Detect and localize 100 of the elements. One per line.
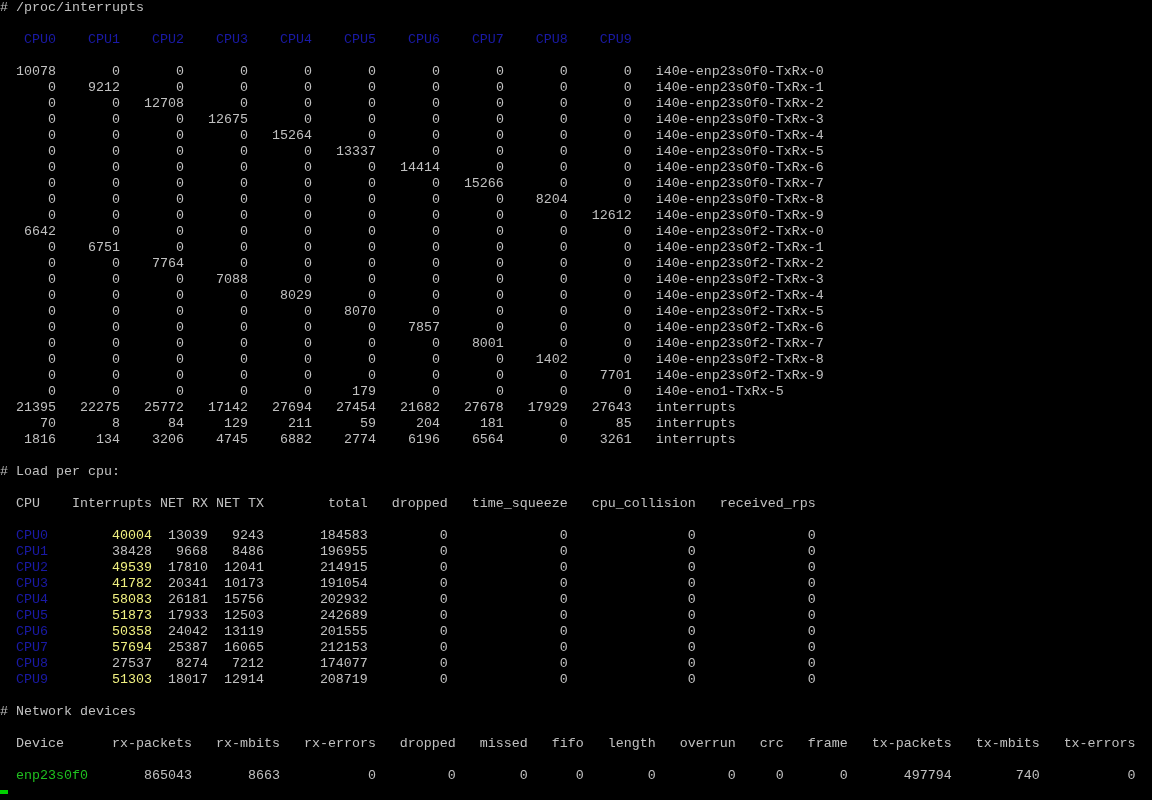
table-cell: 0 bbox=[367, 320, 376, 336]
table-cell: 0 bbox=[623, 80, 632, 96]
table-cell: 0 bbox=[367, 160, 376, 176]
table-cell: 0 bbox=[559, 240, 568, 256]
table-cell: 0 bbox=[367, 64, 376, 80]
table-cell: 0 bbox=[239, 240, 248, 256]
table-cell: 0 bbox=[303, 368, 312, 384]
table-cell: 25772 bbox=[143, 400, 184, 416]
table-cell: 0 bbox=[439, 672, 448, 688]
table-cell: 0 bbox=[303, 256, 312, 272]
column-header: rx-packets bbox=[111, 736, 192, 752]
column-header: CPU4 bbox=[279, 32, 312, 48]
irq-label: i40e-enp23s0f0-TxRx-0 bbox=[655, 64, 824, 80]
table-cell: 0 bbox=[495, 256, 504, 272]
interrupts-count: 51873 bbox=[111, 608, 152, 624]
table-cell: 0 bbox=[647, 768, 656, 784]
interrupts-count: 41782 bbox=[111, 576, 152, 592]
table-cell: 0 bbox=[495, 224, 504, 240]
table-cell: 0 bbox=[239, 384, 248, 400]
column-header: CPU2 bbox=[151, 32, 184, 48]
table-cell: 21682 bbox=[399, 400, 440, 416]
table-cell: 0 bbox=[111, 224, 120, 240]
table-cell: 0 bbox=[687, 656, 696, 672]
table-cell: 0 bbox=[495, 64, 504, 80]
table-cell: 9243 bbox=[231, 528, 264, 544]
table-cell: 0 bbox=[175, 112, 184, 128]
table-cell: 0 bbox=[623, 144, 632, 160]
irq-label: interrupts bbox=[655, 400, 736, 416]
table-cell: 17142 bbox=[207, 400, 248, 416]
table-cell: 0 bbox=[519, 768, 528, 784]
table-cell: 0 bbox=[303, 272, 312, 288]
table-cell: 0 bbox=[495, 304, 504, 320]
table-cell: 0 bbox=[623, 112, 632, 128]
column-header: dropped bbox=[391, 496, 448, 512]
table-cell: 181 bbox=[479, 416, 504, 432]
table-cell: 129 bbox=[223, 416, 248, 432]
table-cell: 0 bbox=[48, 288, 56, 304]
table-cell: 0 bbox=[48, 240, 56, 256]
irq-label: i40e-enp23s0f0-TxRx-4 bbox=[655, 128, 824, 144]
table-cell: 0 bbox=[439, 560, 448, 576]
table-cell: 0 bbox=[239, 192, 248, 208]
table-cell: 4745 bbox=[215, 432, 248, 448]
table-cell: 0 bbox=[175, 336, 184, 352]
table-cell: 201555 bbox=[319, 624, 368, 640]
column-header: CPU bbox=[16, 496, 40, 512]
column-header: CPU7 bbox=[471, 32, 504, 48]
table-cell: 0 bbox=[111, 192, 120, 208]
table-cell: 0 bbox=[687, 608, 696, 624]
table-cell: 0 bbox=[623, 240, 632, 256]
table-cell: 0 bbox=[303, 96, 312, 112]
interrupts-count: 57694 bbox=[111, 640, 152, 656]
column-header: time_squeeze bbox=[471, 496, 568, 512]
table-cell: 10078 bbox=[16, 64, 56, 80]
table-cell: 0 bbox=[559, 304, 568, 320]
table-cell: 0 bbox=[367, 224, 376, 240]
column-header: overrun bbox=[679, 736, 736, 752]
table-cell: 0 bbox=[559, 64, 568, 80]
table-cell: 0 bbox=[559, 560, 568, 576]
table-cell: 7701 bbox=[599, 368, 632, 384]
table-cell: 0 bbox=[175, 128, 184, 144]
column-header: CPU1 bbox=[87, 32, 120, 48]
cpu-label: CPU8 bbox=[16, 656, 48, 672]
table-cell: 0 bbox=[303, 240, 312, 256]
table-cell: 10173 bbox=[223, 576, 264, 592]
table-cell: 18017 bbox=[167, 672, 208, 688]
table-cell: 0 bbox=[559, 176, 568, 192]
interrupts-count: 50358 bbox=[111, 624, 152, 640]
table-cell: 0 bbox=[239, 176, 248, 192]
table-cell: 0 bbox=[239, 208, 248, 224]
table-cell: 0 bbox=[431, 64, 440, 80]
table-cell: 0 bbox=[175, 80, 184, 96]
table-cell: 24042 bbox=[167, 624, 208, 640]
table-cell: 134 bbox=[95, 432, 120, 448]
table-cell: 0 bbox=[367, 272, 376, 288]
column-header: tx-packets bbox=[871, 736, 952, 752]
cpu-label: CPU3 bbox=[16, 576, 48, 592]
table-cell: 0 bbox=[239, 368, 248, 384]
table-cell: 0 bbox=[727, 768, 736, 784]
table-cell: 0 bbox=[111, 176, 120, 192]
column-header: CPU9 bbox=[599, 32, 632, 48]
table-cell: 202932 bbox=[319, 592, 368, 608]
table-cell: 0 bbox=[623, 320, 632, 336]
terminal-cursor bbox=[0, 790, 8, 794]
table-cell: 0 bbox=[367, 336, 376, 352]
table-cell: 0 bbox=[559, 336, 568, 352]
irq-label: interrupts bbox=[655, 432, 736, 448]
table-cell: 25387 bbox=[167, 640, 208, 656]
table-cell: 0 bbox=[431, 96, 440, 112]
irq-label: i40e-enp23s0f2-TxRx-0 bbox=[655, 224, 824, 240]
column-header: crc bbox=[759, 736, 784, 752]
table-cell: 16065 bbox=[223, 640, 264, 656]
table-cell: 0 bbox=[239, 256, 248, 272]
table-cell: 0 bbox=[495, 128, 504, 144]
cpu-label: CPU9 bbox=[16, 672, 48, 688]
table-cell: 0 bbox=[439, 656, 448, 672]
column-header: rx-errors bbox=[303, 736, 376, 752]
table-cell: 12041 bbox=[223, 560, 264, 576]
irq-label: i40e-enp23s0f0-TxRx-6 bbox=[655, 160, 824, 176]
table-cell: 0 bbox=[559, 608, 568, 624]
table-cell: 12612 bbox=[591, 208, 632, 224]
